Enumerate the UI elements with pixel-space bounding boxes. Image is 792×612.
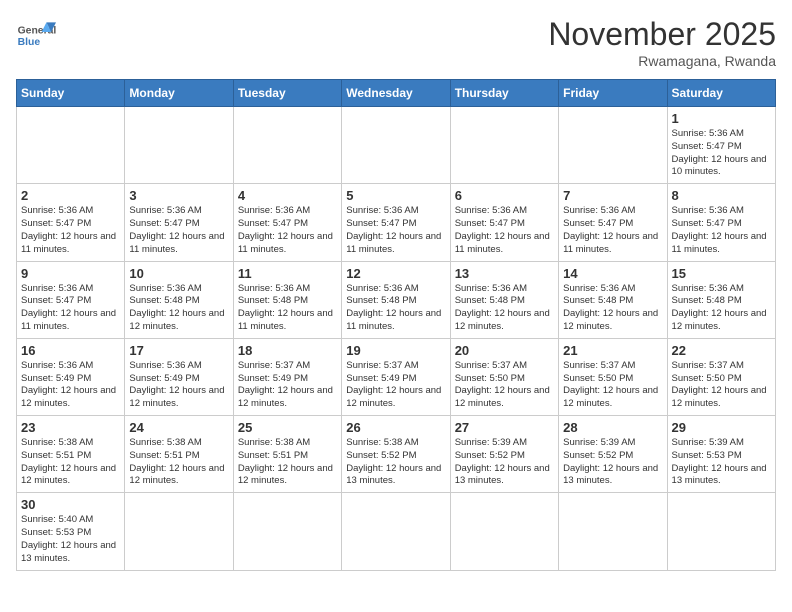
col-tuesday: Tuesday — [233, 80, 341, 107]
empty-cell — [125, 107, 233, 184]
day-20: 20 Sunrise: 5:37 AMSunset: 5:50 PMDaylig… — [450, 338, 558, 415]
day-3: 3 Sunrise: 5:36 AMSunset: 5:47 PMDayligh… — [125, 184, 233, 261]
day-19: 19 Sunrise: 5:37 AMSunset: 5:49 PMDaylig… — [342, 338, 450, 415]
day-6: 6 Sunrise: 5:36 AMSunset: 5:47 PMDayligh… — [450, 184, 558, 261]
empty-cell — [559, 493, 667, 570]
empty-cell — [233, 493, 341, 570]
day-8: 8 Sunrise: 5:36 AMSunset: 5:47 PMDayligh… — [667, 184, 775, 261]
day-29: 29 Sunrise: 5:39 AMSunset: 5:53 PMDaylig… — [667, 416, 775, 493]
day-7: 7 Sunrise: 5:36 AMSunset: 5:47 PMDayligh… — [559, 184, 667, 261]
svg-text:Blue: Blue — [18, 37, 41, 48]
day-13: 13 Sunrise: 5:36 AMSunset: 5:48 PMDaylig… — [450, 261, 558, 338]
day-23: 23 Sunrise: 5:38 AMSunset: 5:51 PMDaylig… — [17, 416, 125, 493]
empty-cell — [342, 493, 450, 570]
col-wednesday: Wednesday — [342, 80, 450, 107]
day-22: 22 Sunrise: 5:37 AMSunset: 5:50 PMDaylig… — [667, 338, 775, 415]
day-16: 16 Sunrise: 5:36 AMSunset: 5:49 PMDaylig… — [17, 338, 125, 415]
day-27: 27 Sunrise: 5:39 AMSunset: 5:52 PMDaylig… — [450, 416, 558, 493]
calendar-table: Sunday Monday Tuesday Wednesday Thursday… — [16, 79, 776, 571]
empty-cell — [233, 107, 341, 184]
col-friday: Friday — [559, 80, 667, 107]
empty-cell — [17, 107, 125, 184]
day-4: 4 Sunrise: 5:36 AMSunset: 5:47 PMDayligh… — [233, 184, 341, 261]
day-2: 2 Sunrise: 5:36 AMSunset: 5:47 PMDayligh… — [17, 184, 125, 261]
day-15: 15 Sunrise: 5:36 AMSunset: 5:48 PMDaylig… — [667, 261, 775, 338]
day-21: 21 Sunrise: 5:37 AMSunset: 5:50 PMDaylig… — [559, 338, 667, 415]
day-5: 5 Sunrise: 5:36 AMSunset: 5:47 PMDayligh… — [342, 184, 450, 261]
day-25: 25 Sunrise: 5:38 AMSunset: 5:51 PMDaylig… — [233, 416, 341, 493]
page-header: General Blue November 2025 Rwamagana, Rw… — [16, 16, 776, 69]
empty-cell — [450, 493, 558, 570]
empty-cell — [559, 107, 667, 184]
col-thursday: Thursday — [450, 80, 558, 107]
day-28: 28 Sunrise: 5:39 AMSunset: 5:52 PMDaylig… — [559, 416, 667, 493]
logo: General Blue — [16, 16, 56, 56]
location: Rwamagana, Rwanda — [548, 53, 776, 69]
month-title: November 2025 — [548, 16, 776, 53]
col-monday: Monday — [125, 80, 233, 107]
empty-cell — [125, 493, 233, 570]
day-12: 12 Sunrise: 5:36 AMSunset: 5:48 PMDaylig… — [342, 261, 450, 338]
day-9: 9 Sunrise: 5:36 AMSunset: 5:47 PMDayligh… — [17, 261, 125, 338]
day-18: 18 Sunrise: 5:37 AMSunset: 5:49 PMDaylig… — [233, 338, 341, 415]
day-30: 30 Sunrise: 5:40 AMSunset: 5:53 PMDaylig… — [17, 493, 125, 570]
day-10: 10 Sunrise: 5:36 AMSunset: 5:48 PMDaylig… — [125, 261, 233, 338]
day-26: 26 Sunrise: 5:38 AMSunset: 5:52 PMDaylig… — [342, 416, 450, 493]
day-14: 14 Sunrise: 5:36 AMSunset: 5:48 PMDaylig… — [559, 261, 667, 338]
col-sunday: Sunday — [17, 80, 125, 107]
logo-icon: General Blue — [16, 16, 56, 56]
empty-cell — [342, 107, 450, 184]
title-block: November 2025 Rwamagana, Rwanda — [548, 16, 776, 69]
day-24: 24 Sunrise: 5:38 AMSunset: 5:51 PMDaylig… — [125, 416, 233, 493]
empty-cell — [450, 107, 558, 184]
day-1: 1 Sunrise: 5:36 AM Sunset: 5:47 PM Dayli… — [667, 107, 775, 184]
col-saturday: Saturday — [667, 80, 775, 107]
empty-cell — [667, 493, 775, 570]
day-17: 17 Sunrise: 5:36 AMSunset: 5:49 PMDaylig… — [125, 338, 233, 415]
day-11: 11 Sunrise: 5:36 AMSunset: 5:48 PMDaylig… — [233, 261, 341, 338]
